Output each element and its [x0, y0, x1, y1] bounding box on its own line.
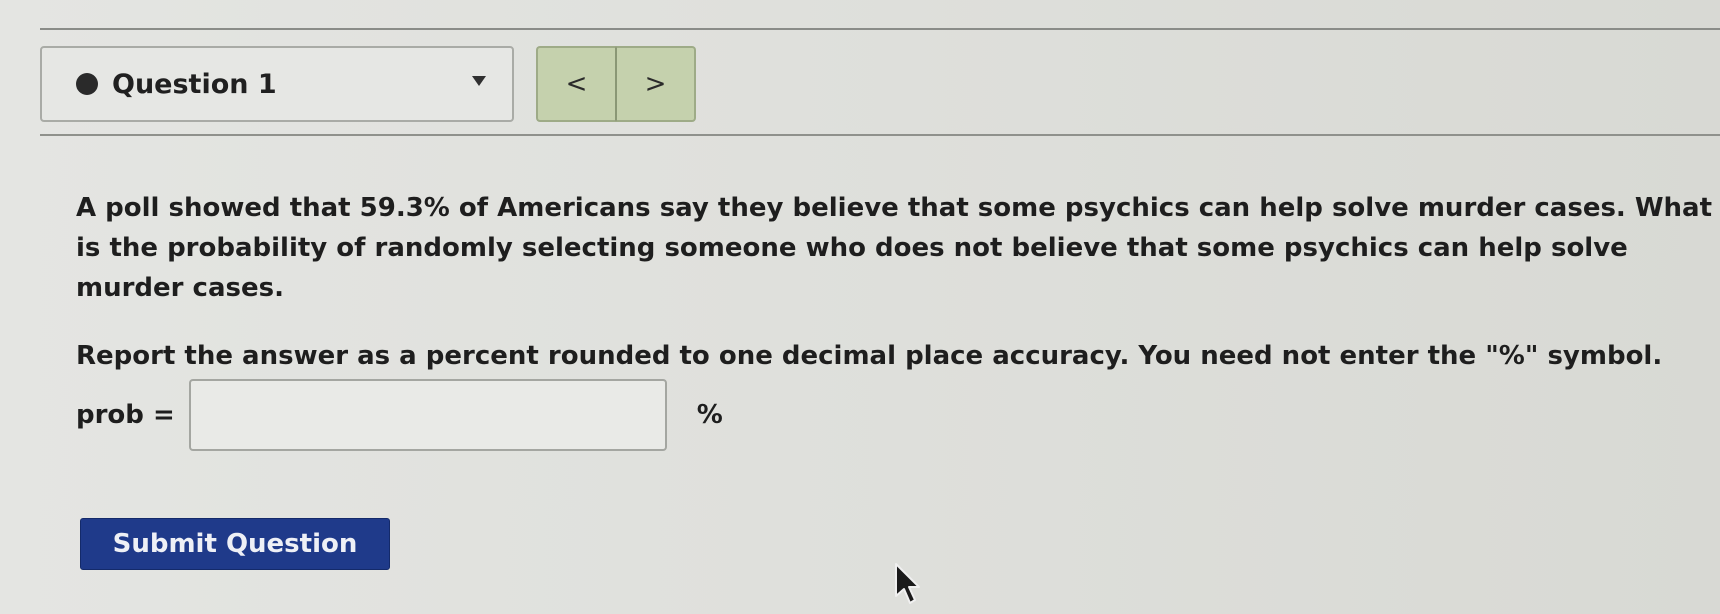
- chevron-left-icon: <: [565, 69, 588, 99]
- caret-down-icon: [472, 76, 486, 86]
- status-dot-icon: [76, 73, 98, 95]
- question-text: A poll showed that 59.3% of Americans sa…: [76, 193, 1713, 303]
- question-selector[interactable]: Question 1: [40, 46, 514, 122]
- next-question-button[interactable]: >: [616, 46, 696, 122]
- answer-input[interactable]: [188, 379, 667, 451]
- nav-divider: [40, 134, 1720, 136]
- chevron-right-icon: >: [644, 69, 667, 99]
- answer-row: prob = %: [76, 378, 723, 452]
- mouse-pointer-icon: [895, 563, 920, 604]
- question-navigation: Question 1 < >: [40, 46, 1720, 126]
- question-selector-label: Question 1: [112, 68, 277, 100]
- question-pager: < >: [536, 46, 696, 122]
- answer-label: prob =: [76, 400, 175, 430]
- percent-unit-label: %: [696, 400, 723, 430]
- previous-question-button[interactable]: <: [536, 46, 616, 122]
- answer-instruction: Report the answer as a percent rounded t…: [76, 341, 1663, 371]
- top-divider: [40, 28, 1720, 30]
- submit-question-button[interactable]: Submit Question: [80, 518, 390, 570]
